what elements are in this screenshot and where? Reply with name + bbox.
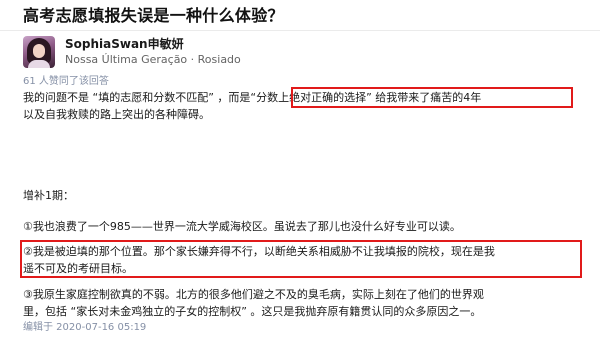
supplement-item-3-line-1: ③我原生家庭控制欲真的不弱。北方的很多他们避之不及的臭毛病，实际上刻在了他们的世… (23, 288, 484, 301)
vote-count: 61 人赞同了该回答 (23, 76, 109, 87)
supplement-item-2-line-2: 遥不可及的考研目标。 (23, 262, 133, 275)
edit-timestamp: 编辑于 2020-07-16 05:19 (23, 322, 147, 333)
author-bio: Nossa Última Geração · Rosiado (65, 53, 241, 66)
supplement-item-3-line-2: 里，包括 “家长对未金鸡独立的子女的控制权” 。这只是我抛弃原有籍贯认同的众多原… (23, 305, 482, 318)
avatar-face (33, 44, 45, 58)
supplement-item-1: ①我也浪费了一个985——世界一流大学威海校区。虽说去了那儿也没什么好专业可以读… (23, 220, 461, 233)
avatar-body (28, 60, 50, 68)
question-title[interactable]: 高考志愿填报失误是一种什么体验？ (23, 5, 583, 27)
answer-paragraph-1-line-1: 我的问题不是 “填的志愿和分数不匹配” ，而是“分数上绝对正确的选择” 给我带来… (23, 89, 578, 106)
header-divider (0, 30, 600, 31)
author-avatar[interactable] (23, 36, 55, 68)
highlighted-phrase: “分数上绝对正确的选择” 给我带来了痛苦的4年 (250, 91, 482, 104)
answer-text: 我的问题不是 “填的志愿和分数不匹配” ，而是 (23, 91, 251, 104)
answer-paragraph-1-line-2: 以及自我救赎的路上突出的各种障碍。 (23, 108, 210, 121)
supplement-heading: 增补1期： (23, 189, 74, 202)
supplement-item-2-line-1: ②我是被迫填的那个位置。那个家长嫌弃得不行，以断绝关系相威胁不让我填报的院校，现… (23, 245, 495, 258)
author-name[interactable]: SophiaSwan申敏妍 (65, 36, 184, 52)
